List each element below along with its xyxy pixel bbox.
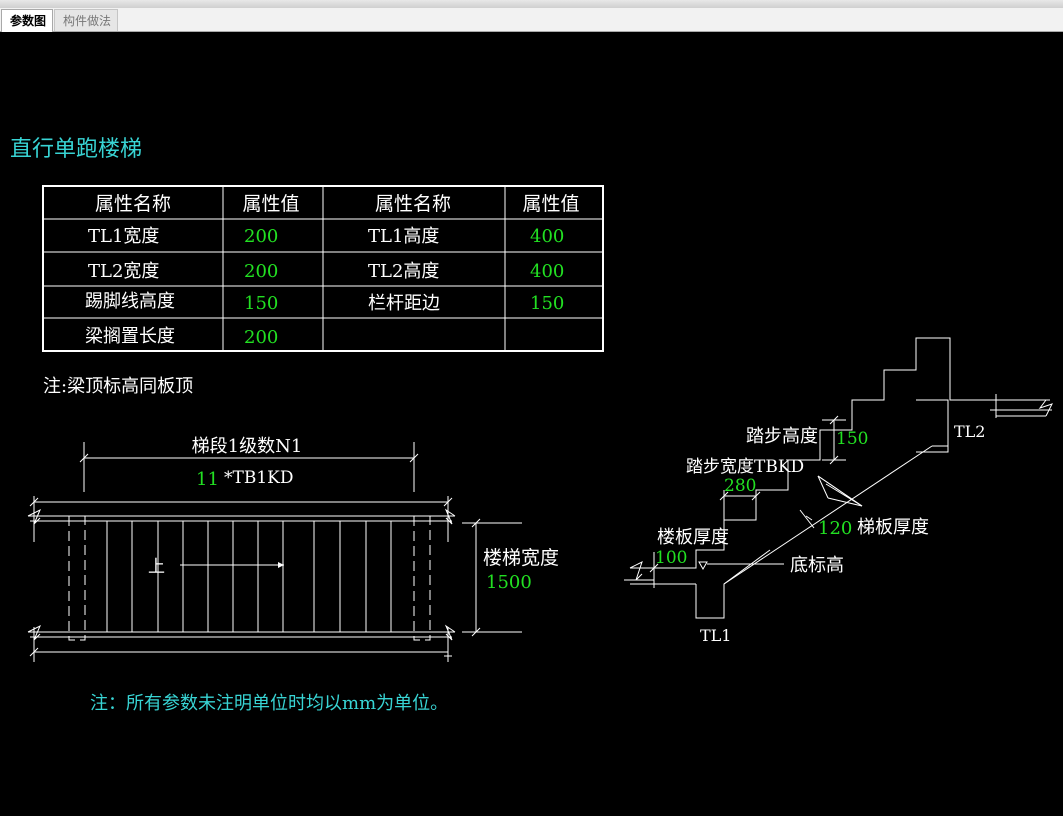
tab-bar: 参数图 构件做法 — [0, 8, 1063, 32]
table-cell-value: 200 — [244, 226, 278, 247]
table-header-value-1: 属性值 — [242, 193, 299, 215]
table-cell-value: 150 — [530, 293, 564, 314]
table-cell-name: TL2高度 — [368, 261, 439, 282]
bottom-elevation-label: 底标高 — [790, 555, 844, 576]
up-label: 上 — [148, 557, 165, 577]
slab-thickness-value: 100 — [655, 548, 687, 568]
tb1kd-label: *TB1KD — [224, 468, 293, 488]
table-cell-name: TL1宽度 — [88, 226, 159, 247]
parameter-table: 属性名称 属性值 属性名称 属性值 TL1宽度 200 TL1高度 400 TL… — [42, 185, 604, 352]
table-cell-name: TL1高度 — [368, 226, 439, 247]
stair-slab-label: 梯板厚度 — [857, 517, 929, 538]
table-cell-value: 400 — [530, 226, 564, 247]
table-cell-name: 踢脚线高度 — [85, 291, 175, 312]
table-cell-value: 200 — [244, 261, 278, 282]
stair-width-label: 楼梯宽度 — [483, 547, 559, 569]
table-header-name-2: 属性名称 — [375, 193, 451, 215]
table-cell-name: 栏杆距边 — [368, 293, 440, 314]
table-cell-name: 梁搁置长度 — [85, 326, 175, 347]
tab-component-method[interactable]: 构件做法 — [54, 9, 118, 31]
table-cell-value: 200 — [244, 327, 278, 348]
stair-slab-value: 120 — [818, 518, 852, 539]
step-width-value: 280 — [724, 476, 756, 496]
steps-count: 11 — [196, 469, 219, 490]
table-cell-value: 400 — [530, 261, 564, 282]
tl1-label: TL1 — [700, 626, 731, 645]
stair-section-view: 踏步高度 150 踏步宽度TBKD 280 120 梯板厚度 楼板厚度 100 … — [624, 337, 1053, 645]
stair-width-value: 1500 — [486, 572, 532, 593]
note-units: 注：所有参数未注明单位时均以mm为单位。 — [90, 693, 448, 714]
n1-label: 梯段1级数N1 — [192, 436, 303, 457]
tab-parameter-diagram[interactable]: 参数图 — [1, 9, 53, 32]
table-cell-name: TL2宽度 — [88, 261, 159, 282]
step-height-value: 150 — [836, 429, 868, 449]
step-width-label: 踏步宽度TBKD — [686, 457, 804, 477]
table-cell-value: 150 — [244, 293, 278, 314]
note-beam-top: 注:梁顶标高同板顶 — [43, 376, 193, 397]
step-height-label: 踏步高度 — [746, 426, 818, 447]
parameter-diagram-canvas: 直行单跑楼梯 属性名称 属性值 属性名称 属性值 TL1宽度 200 TL1高度… — [10, 137, 1053, 714]
stair-plan-view: 梯段1级数N1 11 *TB1KD 上 楼梯宽度 1500 — [27, 436, 559, 662]
slab-thickness-label: 楼板厚度 — [657, 527, 729, 548]
diagram-title: 直行单跑楼梯 — [10, 137, 142, 162]
table-header-value-2: 属性值 — [522, 193, 579, 215]
tl2-label: TL2 — [954, 422, 985, 441]
window-titlebar — [0, 0, 1063, 8]
table-header-name-1: 属性名称 — [95, 193, 171, 215]
